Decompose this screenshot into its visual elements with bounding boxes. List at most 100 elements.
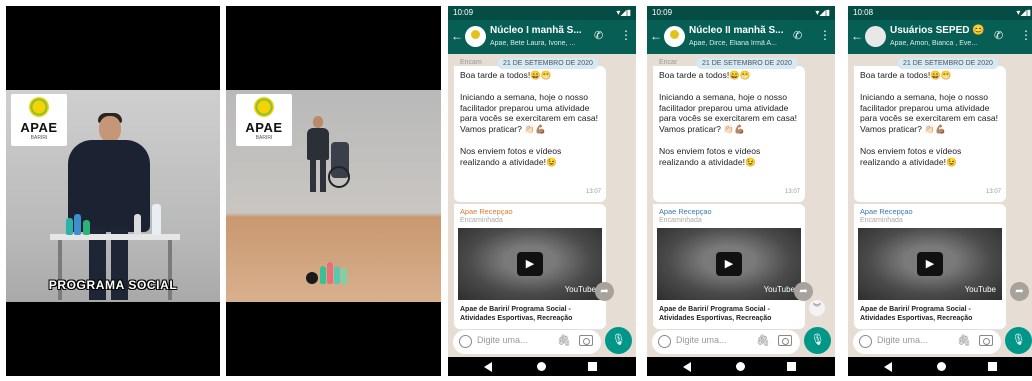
- message-time: 13:07: [585, 189, 601, 196]
- emoji-icon[interactable]: [859, 335, 872, 348]
- message-line: Boa tarde a todos!😄😁: [460, 70, 552, 80]
- status-bar: 10:09 ▾◢▮: [448, 6, 636, 20]
- mic-icon[interactable]: 🎙: [804, 327, 831, 354]
- apae-logo-subtext: BARIRI: [30, 135, 48, 141]
- chevrons-down-icon[interactable]: ︾: [809, 300, 825, 316]
- bottle: [66, 218, 73, 235]
- group-avatar[interactable]: [664, 26, 685, 47]
- video-thumbnail[interactable]: ▶ YouTube: [858, 228, 1002, 300]
- group-avatar[interactable]: [865, 26, 886, 47]
- link-title[interactable]: Apae de Bariri/ Programa Social - Ativid…: [659, 305, 801, 323]
- video-message[interactable]: Apae Recepçao Encaminhada ▶ YouTube Apae…: [653, 204, 805, 329]
- apae-logo-text: APAE: [20, 120, 58, 135]
- chat-title[interactable]: Núcleo I manhã S...: [490, 25, 582, 36]
- group-avatar-logo: [471, 30, 480, 39]
- bottle: [83, 220, 90, 235]
- status-time: 10:09: [453, 8, 474, 17]
- chat-title[interactable]: Núcleo II manhã S...: [689, 25, 783, 36]
- message-input[interactable]: [877, 335, 947, 345]
- link-title[interactable]: Apae de Bariri/ Programa Social - Ativid…: [460, 305, 602, 323]
- group-avatar[interactable]: [465, 26, 486, 47]
- forward-icon[interactable]: ➦: [1010, 282, 1029, 301]
- chat-title[interactable]: Usuários SEPED 😊: [890, 25, 985, 36]
- paperclip-icon[interactable]: 🖇: [756, 334, 770, 347]
- nav-recents-icon[interactable]: [787, 362, 796, 371]
- message-line: Nos enviem fotos e vídeos realizando a a…: [460, 145, 562, 167]
- camera-icon[interactable]: [778, 335, 792, 346]
- forwarded-label-partial: Encar: [659, 59, 678, 66]
- nav-back-icon[interactable]: [484, 362, 492, 372]
- camera-icon[interactable]: [979, 335, 993, 346]
- message-input[interactable]: [676, 335, 746, 345]
- emoji-icon[interactable]: [658, 335, 671, 348]
- whatsapp-chat-3: 10:08 ▾◢▮ ← Usuários SEPED 😊 Apae, Amon,…: [848, 6, 1032, 376]
- link-title[interactable]: Apae de Bariri/ Programa Social - Ativid…: [860, 305, 1002, 323]
- arrow-left-icon[interactable]: ←: [851, 29, 863, 43]
- message-bubble[interactable]: Boa tarde a todos!😄😁 Iniciando a semana,…: [854, 66, 1006, 202]
- arrow-left-icon[interactable]: ←: [650, 29, 662, 43]
- video-frame-1: APAE BARIRI PROGRAMA SOCIAL: [6, 6, 220, 376]
- add-call-icon[interactable]: ✆: [594, 29, 603, 42]
- message-input[interactable]: [477, 335, 547, 345]
- forwarded-label-partial: Encam: [460, 59, 482, 66]
- sender-name: Apae Recepçao: [659, 207, 712, 216]
- message-line: Nos enviem fotos e vídeos realizando a a…: [860, 145, 962, 167]
- video-message[interactable]: Apae Recepçao Encaminhada ▶ YouTube Apae…: [854, 204, 1006, 329]
- status-time: 10:08: [853, 8, 874, 17]
- play-icon[interactable]: ▶: [716, 252, 742, 276]
- forward-icon[interactable]: ➦: [595, 282, 614, 301]
- nav-back-icon[interactable]: [884, 362, 892, 372]
- forwarded-label: Encaminhada: [659, 217, 702, 224]
- person-head: [313, 116, 323, 128]
- arrow-left-icon[interactable]: ←: [451, 29, 463, 43]
- android-nav-bar: [647, 357, 835, 376]
- chat-header: ← Núcleo I manhã S... Apae, Bete Laura, …: [448, 20, 636, 54]
- nav-home-icon[interactable]: [537, 362, 546, 371]
- bottle: [74, 214, 81, 235]
- paperclip-icon[interactable]: 🖇: [957, 334, 971, 347]
- video-thumbnail[interactable]: ▶ YouTube: [458, 228, 602, 300]
- bottle: [334, 266, 340, 284]
- nav-recents-icon[interactable]: [588, 362, 597, 371]
- paperclip-icon[interactable]: 🖇: [557, 334, 571, 347]
- video-thumbnail[interactable]: ▶ YouTube: [657, 228, 801, 300]
- chat-members[interactable]: Apae, Bete Laura, Ivone, ...: [490, 40, 598, 47]
- chat-members[interactable]: Apae, Amon, Bianca , Eve...: [890, 40, 998, 47]
- android-nav-bar: [848, 357, 1032, 376]
- chat-header: ← Usuários SEPED 😊 Apae, Amon, Bianca , …: [848, 20, 1032, 54]
- message-bubble[interactable]: Boa tarde a todos!😄😁 Iniciando a semana,…: [653, 66, 805, 202]
- forward-icon[interactable]: ➦: [794, 282, 813, 301]
- bottle: [320, 266, 326, 284]
- add-call-icon[interactable]: ✆: [994, 29, 1003, 42]
- sender-name: Apae Recepçao: [860, 207, 913, 216]
- group-avatar-logo: [670, 30, 679, 39]
- mic-icon[interactable]: 🎙: [605, 327, 632, 354]
- apae-logo: APAE BARIRI: [236, 94, 292, 146]
- youtube-label: YouTube: [964, 285, 996, 294]
- nav-recents-icon[interactable]: [988, 362, 997, 371]
- play-icon[interactable]: ▶: [517, 252, 543, 276]
- nav-home-icon[interactable]: [937, 362, 946, 371]
- more-vert-icon[interactable]: ⋮: [819, 28, 831, 42]
- nav-back-icon[interactable]: [683, 362, 691, 372]
- apae-logo-subtext: BARIRI: [255, 135, 273, 141]
- bottle: [341, 268, 347, 284]
- message-bubble[interactable]: Boa tarde a todos!😄😁 Iniciando a semana,…: [454, 66, 606, 202]
- emoji-icon[interactable]: [459, 335, 472, 348]
- date-chip: 21 DE SETEMBRO DE 2020: [697, 58, 797, 69]
- more-vert-icon[interactable]: ⋮: [1020, 28, 1032, 42]
- chat-members[interactable]: Apae, Dirce, Eliana Irmã A...: [689, 40, 797, 47]
- message-line: Nos enviem fotos e vídeos realizando a a…: [659, 145, 761, 167]
- camera-icon[interactable]: [579, 335, 593, 346]
- more-vert-icon[interactable]: ⋮: [620, 28, 632, 42]
- status-bar: 10:08 ▾◢▮: [848, 6, 1032, 20]
- play-icon[interactable]: ▶: [917, 252, 943, 276]
- nav-home-icon[interactable]: [736, 362, 745, 371]
- message-line: Iniciando a semana, hoje o nosso facilit…: [460, 91, 599, 135]
- add-call-icon[interactable]: ✆: [793, 29, 802, 42]
- video-frame-image: APAE BARIRI: [226, 90, 441, 302]
- person-body: [307, 128, 329, 160]
- mic-icon[interactable]: 🎙: [1005, 327, 1032, 354]
- video-caption: PROGRAMA SOCIAL: [48, 278, 178, 292]
- video-message[interactable]: Apae Recepçao Encaminhada ▶ YouTube Apae…: [454, 204, 606, 329]
